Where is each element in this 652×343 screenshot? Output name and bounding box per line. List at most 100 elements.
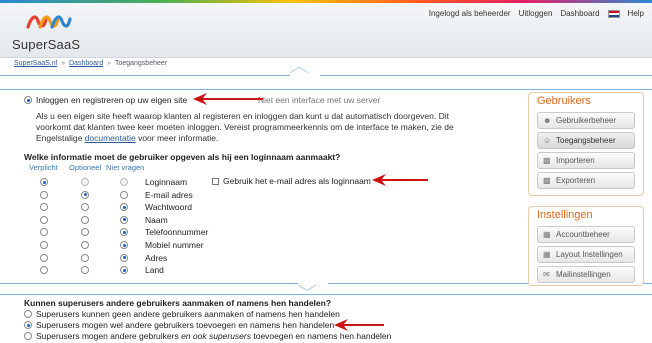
superusers-question: Kunnen superusers andere gebruikers aanm… bbox=[24, 298, 332, 308]
field-label: Naam bbox=[145, 214, 168, 225]
option-own-site[interactable]: Inloggen en registreren op uw eigen site bbox=[24, 95, 187, 105]
superusers-option-all[interactable]: Superusers mogen andere gebruikers en oo… bbox=[24, 331, 391, 341]
sidebar-item-import[interactable]: ▩ Importeren bbox=[537, 152, 635, 169]
field-required-radio[interactable] bbox=[40, 215, 48, 224]
layout-icon: ▦ bbox=[543, 249, 551, 259]
field-required-radio[interactable] bbox=[40, 190, 48, 199]
breadcrumb-root[interactable]: SuperSaaS.nl bbox=[14, 60, 57, 67]
zoom-callout-notch bbox=[298, 284, 316, 291]
superusers-all-radio[interactable] bbox=[24, 332, 32, 340]
sidebar-item-layout[interactable]: ▦ Layout Instellingen bbox=[537, 246, 635, 263]
field-not-asked-radio[interactable] bbox=[120, 190, 128, 199]
logout-link[interactable]: Uitloggen bbox=[519, 9, 553, 18]
breadcrumb-separator: » bbox=[61, 60, 66, 67]
field-optional-radio[interactable] bbox=[81, 203, 89, 212]
zoom-callout-line bbox=[0, 75, 290, 76]
email-as-login-checkbox[interactable] bbox=[212, 177, 219, 185]
top-nav: Ingelogd als beheerder Uitloggen Dashboa… bbox=[429, 9, 644, 18]
breadcrumb-dashboard[interactable]: Dashboard bbox=[69, 60, 103, 67]
col-not-asked-header: Niet vragen bbox=[106, 163, 145, 172]
dutch-flag-icon[interactable] bbox=[607, 9, 620, 18]
field-not-asked-radio[interactable] bbox=[120, 178, 128, 186]
mail-icon: ✉ bbox=[543, 269, 550, 279]
field-required-radio[interactable] bbox=[40, 241, 48, 249]
account-icon: ▦ bbox=[543, 229, 551, 239]
dashboard-link[interactable]: Dashboard bbox=[560, 9, 599, 18]
col-optional-header: Optioneel bbox=[69, 163, 102, 172]
logo-mark-icon bbox=[26, 15, 72, 29]
field-optional-radio[interactable] bbox=[81, 241, 89, 249]
field-row: Naam bbox=[0, 214, 520, 226]
field-label: Mobiel nummer bbox=[145, 240, 204, 250]
field-not-asked-radio[interactable] bbox=[120, 241, 128, 249]
field-optional-radio[interactable] bbox=[81, 178, 89, 186]
supersaas-logo[interactable]: SuperSaaS bbox=[12, 11, 92, 52]
breadcrumb: SuperSaaS.nl » Dashboard » Toegangsbehee… bbox=[14, 60, 167, 67]
option-no-interface[interactable]: Niet een interface met uw server bbox=[258, 95, 380, 105]
sidebar-item-mail[interactable]: ✉ Mailinstellingen bbox=[537, 266, 635, 283]
field-optional-radio[interactable] bbox=[81, 266, 89, 275]
field-label: Adres bbox=[145, 252, 168, 263]
logged-in-admin-link[interactable]: Ingelogd als beheerder bbox=[429, 9, 511, 18]
user-icon: ☻ bbox=[543, 115, 552, 125]
col-required-header: Verplicht bbox=[29, 163, 58, 172]
annotation-arrow-icon bbox=[193, 93, 263, 105]
field-not-asked-radio[interactable] bbox=[120, 266, 128, 275]
own-site-label: Inloggen en registreren op uw eigen site bbox=[36, 95, 188, 105]
field-optional-radio[interactable] bbox=[81, 253, 89, 262]
field-row: Wachtwoord bbox=[0, 201, 520, 213]
help-link[interactable]: Help bbox=[628, 9, 644, 18]
zoom-callout-line bbox=[320, 75, 652, 76]
zoom-callout-line bbox=[0, 283, 298, 284]
field-required-radio[interactable] bbox=[40, 203, 48, 212]
field-label: Land bbox=[145, 265, 164, 276]
field-not-asked-radio[interactable] bbox=[120, 203, 128, 212]
field-optional-radio[interactable] bbox=[81, 190, 89, 199]
sidebar-item-account[interactable]: ▦ Accountbeheer bbox=[537, 226, 635, 243]
field-row: Adres bbox=[0, 252, 520, 264]
own-site-radio[interactable] bbox=[24, 96, 32, 104]
fields-question: Welke informatie moet de gebruiker opgev… bbox=[24, 152, 341, 162]
field-required-radio[interactable] bbox=[40, 266, 48, 275]
own-site-explanation: Als u een eigen site heeft waarop klante… bbox=[36, 111, 454, 143]
documentation-link[interactable]: documentatie bbox=[85, 133, 136, 143]
superusers-none-radio[interactable] bbox=[24, 310, 32, 318]
field-required-radio[interactable] bbox=[40, 253, 48, 262]
field-row: Telefoonnummer bbox=[0, 226, 520, 238]
sidebar-users-title: Gebruikers bbox=[537, 95, 591, 107]
logo-text: SuperSaaS bbox=[12, 37, 81, 52]
superusers-others-radio[interactable] bbox=[24, 321, 32, 329]
field-row: Mobiel nummer bbox=[0, 239, 520, 251]
export-icon: ▩ bbox=[543, 175, 551, 185]
sidebar-item-user-management[interactable]: ☻ Gebruikerbeheer bbox=[537, 112, 635, 129]
sidebar-item-access-control[interactable]: ☺ Toegangsbeheer bbox=[537, 132, 635, 149]
field-row: E-mail adres bbox=[0, 189, 520, 201]
field-required-radio[interactable] bbox=[40, 178, 48, 186]
zoom-callout-line bbox=[0, 89, 652, 90]
zoom-callout-notch bbox=[290, 67, 308, 74]
sidebar-item-export[interactable]: ▩ Exporteren bbox=[537, 172, 635, 189]
field-label: Telefoonnummer bbox=[145, 227, 209, 238]
annotation-arrow-icon bbox=[372, 174, 428, 186]
sidebar-settings-title: Instellingen bbox=[537, 209, 593, 221]
email-as-login-option[interactable]: Gebruik het e-mail adres als loginnaam bbox=[212, 176, 371, 186]
field-not-asked-radio[interactable] bbox=[120, 253, 128, 262]
no-interface-label: Niet een interface met uw server bbox=[258, 95, 381, 105]
superusers-option-others[interactable]: Superusers mogen wel andere gebruikers t… bbox=[24, 320, 334, 330]
zoom-callout-line bbox=[0, 294, 652, 295]
field-optional-radio[interactable] bbox=[81, 228, 89, 237]
field-not-asked-radio[interactable] bbox=[120, 228, 128, 237]
sidebar-settings-panel: Instellingen ▦ Accountbeheer ▦ Layout In… bbox=[528, 206, 644, 286]
app-header: SuperSaaS Ingelogd als beheerder Uitlogg… bbox=[0, 3, 652, 58]
field-not-asked-radio[interactable] bbox=[120, 215, 128, 224]
field-required-radio[interactable] bbox=[40, 228, 48, 237]
field-label: Loginnaam bbox=[145, 177, 188, 187]
breadcrumb-current: Toegangsbeheer bbox=[114, 60, 168, 67]
field-optional-radio[interactable] bbox=[81, 215, 89, 224]
breadcrumb-separator: » bbox=[107, 60, 112, 67]
superusers-option-none[interactable]: Superusers kunnen geen andere gebruikers… bbox=[24, 309, 340, 319]
annotation-arrow-icon bbox=[334, 319, 384, 331]
sidebar-users-panel: Gebruikers ☻ Gebruikerbeheer ☺ Toegangsb… bbox=[528, 92, 644, 196]
field-label: Wachtwoord bbox=[145, 202, 192, 213]
field-label: E-mail adres bbox=[145, 189, 193, 200]
